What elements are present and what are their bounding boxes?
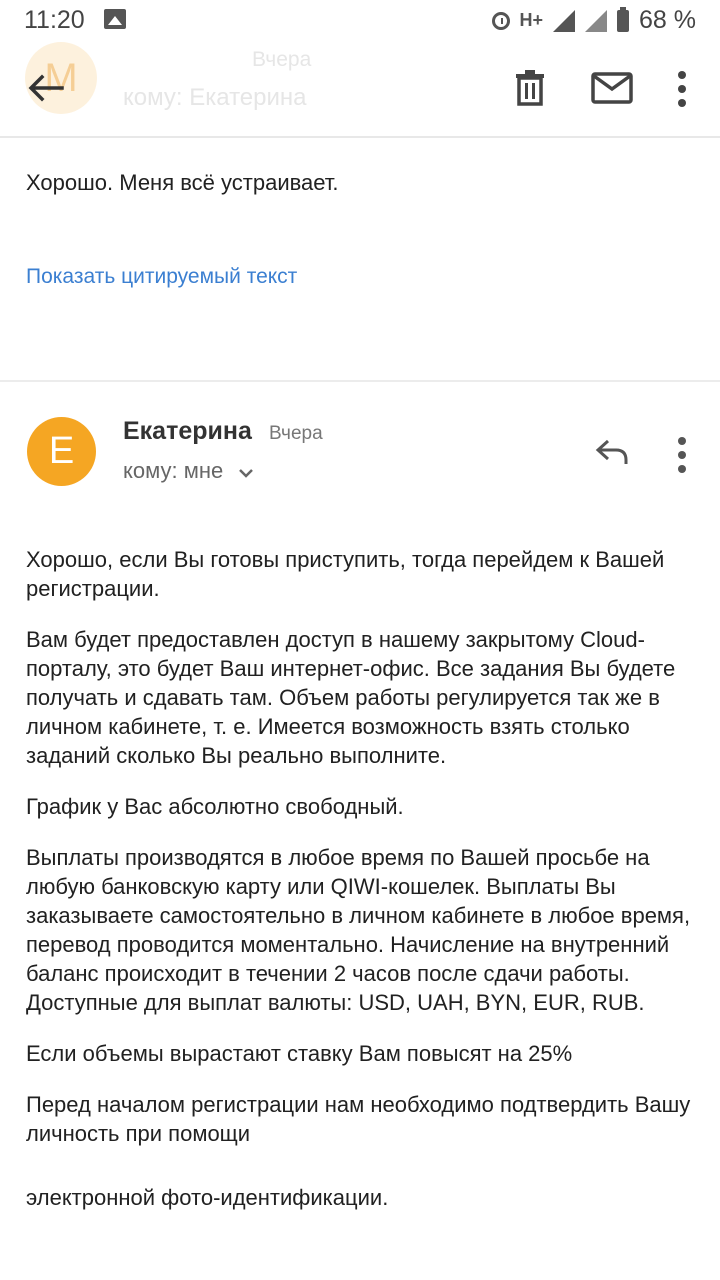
first-message-text: Хорошо. Меня всё устраивает.	[26, 170, 339, 195]
body-paragraph-7: электронной фото-идентификации.	[26, 1185, 389, 1210]
mark-unread-icon[interactable]	[590, 68, 634, 108]
status-time: 11:20	[24, 6, 85, 34]
message-divider	[0, 380, 720, 382]
message-date: Вчера	[269, 423, 323, 444]
body-paragraph-6: Перед началом регистрации нам необходимо…	[26, 1092, 691, 1146]
collapsed-date: Вчера	[252, 48, 312, 71]
gallery-notification-icon	[104, 9, 126, 29]
sender-name: Екатерина	[123, 417, 252, 445]
body-paragraph-2: Вам будет предоставлен доступ в нашему з…	[26, 627, 676, 768]
network-type: H+	[519, 10, 544, 30]
message-body: Хорошо, если Вы готовы приступить, тогда…	[26, 545, 696, 1234]
body-paragraph-3: График у Вас абсолютно свободный.	[26, 794, 404, 819]
signal-icon	[553, 9, 576, 32]
status-icons: H+ 68 %	[491, 6, 696, 35]
chevron-down-icon	[237, 462, 255, 480]
recipient-label: кому: мне	[123, 458, 224, 483]
back-arrow-icon[interactable]	[22, 64, 70, 112]
status-bar: 11:20 H+ 68 %	[0, 0, 720, 40]
signal-icon-2	[585, 9, 608, 32]
reply-icon[interactable]	[594, 437, 630, 467]
body-paragraph-5: Если объемы вырастают ставку Вам повысят…	[26, 1041, 573, 1066]
sender-avatar[interactable]: Е	[27, 417, 96, 486]
recipient-details-toggle[interactable]: кому: мне	[123, 458, 255, 484]
collapsed-recipient: кому: Екатерина	[123, 84, 307, 111]
body-paragraph-4: Выплаты производятся в любое время по Ва…	[26, 845, 691, 1015]
message-more-options-icon[interactable]	[668, 432, 696, 478]
body-paragraph-1: Хорошо, если Вы готовы приступить, тогда…	[26, 547, 665, 601]
delete-icon[interactable]	[510, 68, 550, 108]
battery-percent: 68 %	[639, 6, 696, 34]
message-toolbar: M Вчера кому: Екатерина	[0, 40, 720, 138]
battery-icon	[617, 6, 630, 32]
more-options-icon[interactable]	[668, 66, 696, 112]
show-quoted-text-link[interactable]: Показать цитируемый текст	[26, 265, 297, 289]
alarm-icon	[491, 11, 510, 30]
